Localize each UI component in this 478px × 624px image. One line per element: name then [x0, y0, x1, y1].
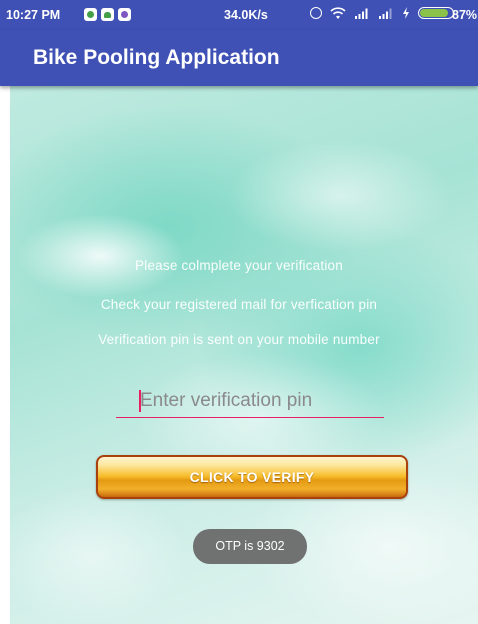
signal-icon	[379, 8, 392, 19]
wifi-icon	[330, 7, 346, 19]
network-speed: 34.0K/s	[224, 8, 268, 22]
signal-icon	[355, 8, 368, 19]
mobile-instruction: Verification pin is sent on your mobile …	[98, 332, 380, 347]
battery-fill	[420, 9, 448, 17]
status-bar: 10:27 PM 34.0K/s 87%	[0, 0, 478, 30]
android-icon	[101, 8, 114, 21]
viber-icon	[118, 8, 131, 21]
text-cursor	[139, 390, 141, 412]
otp-toast: OTP is 9302	[193, 529, 307, 564]
status-time: 10:27 PM	[6, 8, 61, 22]
screen: 10:27 PM 34.0K/s 87% Bike Pooling Applic…	[0, 0, 478, 624]
battery-percent: 87%	[452, 8, 478, 22]
verification-instruction: Please colmplete your verification	[135, 258, 343, 273]
system-icons	[310, 6, 454, 20]
whatsapp-icon	[84, 8, 97, 21]
notification-icons	[84, 8, 131, 21]
sync-icon	[310, 7, 322, 19]
battery-icon	[418, 7, 454, 19]
app-title: Bike Pooling Application	[33, 46, 280, 69]
app-bar: Bike Pooling Application	[0, 30, 478, 86]
verify-button[interactable]: CLICK TO VERIFY	[96, 455, 408, 499]
verification-pin-input[interactable]	[116, 384, 384, 418]
mail-instruction: Check your registered mail for verficati…	[100, 297, 378, 312]
charge-icon	[403, 7, 409, 19]
